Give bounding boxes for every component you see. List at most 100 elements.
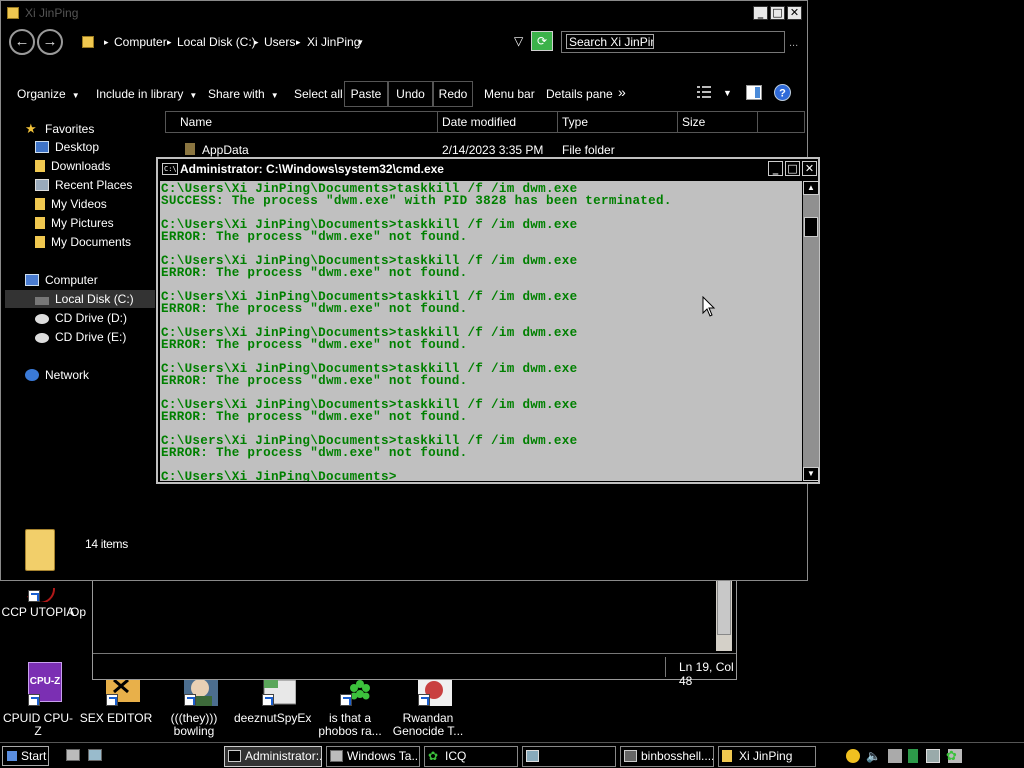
scroll-up-arrow-icon[interactable]: ▲ (803, 181, 819, 195)
desktop-icon-label: deeznutSpyEx (234, 711, 312, 725)
details-pane-button[interactable]: Details pane (546, 87, 613, 101)
notepad-window[interactable]: Ln 19, Col 48 (92, 570, 737, 688)
icq-tray-icon[interactable]: ✿ (946, 749, 960, 763)
console-line: ERROR: The process "dwm.exe" not found. (161, 266, 468, 280)
help-circle-icon: ? (774, 84, 791, 101)
close-button[interactable]: ✕ (802, 161, 817, 176)
column-type[interactable]: Type (558, 112, 678, 132)
chevron-down-icon: ▼ (270, 91, 279, 100)
task-button-explorer[interactable]: Xi JinPing (718, 746, 816, 767)
breadcrumb-separator-icon: ▸ (254, 37, 259, 47)
undo-button[interactable]: Undo (388, 81, 433, 107)
refresh-button[interactable]: ⟳ (531, 31, 553, 51)
computer-icon (25, 274, 39, 286)
breadcrumb-users[interactable]: Users (264, 35, 295, 49)
nav-recent-places[interactable]: Recent Places (35, 178, 132, 192)
desktop-icon-cpuz[interactable]: CPU-Z CPUID CPU-Z (0, 662, 76, 738)
nav-desktop[interactable]: Desktop (35, 140, 99, 154)
network-globe-icon (25, 369, 39, 381)
breadcrumb-local-disk[interactable]: Local Disk (C:) (177, 35, 256, 49)
nav-cd-drive-d[interactable]: CD Drive (D:) (35, 311, 127, 325)
breadcrumb-computer[interactable]: Computer (114, 35, 167, 49)
cd-drive-icon (35, 314, 49, 324)
console-line: ERROR: The process "dwm.exe" not found. (161, 374, 468, 388)
tray-app-icon[interactable] (846, 749, 860, 763)
search-input[interactable] (566, 34, 654, 49)
column-size[interactable]: Size (678, 112, 758, 132)
quicklaunch-app-icon[interactable] (88, 749, 102, 761)
system-tray: 🔈 ✿ (840, 746, 1022, 767)
console-line: ERROR: The process "dwm.exe" not found. (161, 302, 468, 316)
nav-downloads[interactable]: Downloads (35, 159, 110, 173)
address-bar[interactable]: ▸ Computer ▸ Local Disk (C:) ▸ Users ▸ X… (73, 31, 557, 53)
paste-button[interactable]: Paste (344, 81, 388, 107)
search-box[interactable] (561, 31, 785, 53)
maximize-button[interactable]: □ (770, 6, 785, 20)
redo-button[interactable]: Redo (433, 81, 473, 107)
minimize-button[interactable]: _ (753, 6, 768, 20)
battery-icon[interactable] (908, 749, 918, 763)
file-date: 2/14/2023 3:35 PM (442, 143, 544, 157)
nav-local-disk[interactable]: Local Disk (C:) (35, 292, 134, 306)
cmd-vertical-scrollbar[interactable]: ▲ ▼ (803, 181, 819, 481)
breadcrumb-separator-icon: ▸ (104, 37, 109, 47)
cmd-title-bar[interactable]: C:\ Administrator: C:\Windows\system32\c… (158, 159, 818, 179)
nav-network[interactable]: Network (25, 368, 89, 382)
folder-icon (82, 36, 94, 48)
task-button-binbosshell[interactable]: binbosshell.... (620, 746, 714, 767)
desktop-icon-label: CPUID CPU-Z (2, 711, 73, 738)
task-button-icq[interactable]: ✿ ICQ (424, 746, 518, 767)
nav-cd-drive-e[interactable]: CD Drive (E:) (35, 330, 126, 344)
app-icon: CPU-Z (14, 662, 62, 708)
select-all-button[interactable]: Select all (294, 87, 343, 101)
scroll-down-arrow-icon[interactable]: ▼ (803, 467, 819, 481)
notepad-edit-area[interactable] (97, 579, 716, 651)
cmd-window[interactable]: C:\ Administrator: C:\Windows\system32\c… (156, 157, 820, 484)
nav-my-videos[interactable]: My Videos (35, 197, 107, 211)
task-button-untitled[interactable] (522, 746, 616, 767)
search-options-button[interactable]: ... (789, 37, 798, 49)
shortcut-arrow-icon (262, 694, 274, 706)
column-date-modified[interactable]: Date modified (438, 112, 558, 132)
nav-my-documents[interactable]: My Documents (35, 235, 131, 249)
organize-button[interactable]: Organize ▼ (17, 87, 80, 101)
nav-my-pictures[interactable]: My Pictures (35, 216, 114, 230)
task-button-cmd[interactable]: Administrator:... (224, 746, 322, 767)
volume-icon[interactable]: 🔈 (866, 749, 881, 763)
start-button[interactable]: Start (2, 746, 49, 766)
explorer-title-bar[interactable]: Xi JinPing _ □ ✕ (1, 1, 807, 25)
command-bar: Organize ▼ Include in library ▼ Share with… (1, 79, 807, 109)
show-desktop-icon[interactable] (66, 749, 80, 761)
task-button-task-manager[interactable]: Windows Ta... (326, 746, 420, 767)
menu-bar-button[interactable]: Menu bar (484, 87, 535, 101)
close-button[interactable]: ✕ (787, 6, 802, 20)
nav-computer[interactable]: Computer (25, 273, 98, 287)
minimize-button[interactable]: _ (768, 161, 783, 176)
nav-favorites[interactable]: ★ Favorites (25, 121, 94, 137)
forward-button[interactable]: → (37, 29, 63, 55)
preview-pane-icon[interactable] (746, 85, 762, 103)
view-options-icon[interactable] (697, 85, 711, 102)
breadcrumb-user-folder[interactable]: Xi JinPing (307, 35, 360, 49)
file-type: File folder (562, 143, 615, 157)
folder-icon (35, 198, 45, 210)
scroll-thumb[interactable] (804, 217, 818, 237)
share-with-button[interactable]: Share with ▼ (208, 87, 279, 101)
view-menu-chevron-icon[interactable]: ▼ (723, 88, 732, 98)
navigation-pane: ★ Favorites Desktop Downloads Recent Plac… (5, 117, 155, 457)
window-title: Xi JinPing (25, 6, 79, 20)
include-in-library-button[interactable]: Include in library ▼ (96, 87, 197, 101)
chevron-down-icon: ▼ (71, 91, 80, 100)
scroll-thumb[interactable] (717, 579, 731, 635)
help-icon[interactable]: ? (774, 84, 791, 104)
notepad-vertical-scrollbar[interactable] (716, 579, 732, 651)
network-status-icon[interactable] (888, 749, 902, 763)
monitor-icon[interactable] (926, 749, 940, 763)
column-name[interactable]: Name (166, 112, 438, 132)
breadcrumb-separator-icon: ▸ (296, 37, 301, 47)
console-output[interactable]: C:\Users\Xi JinPing\Documents>taskkill /… (160, 181, 802, 481)
more-commands-button[interactable]: » (618, 84, 626, 100)
back-button[interactable]: ← (9, 29, 35, 55)
address-history-chevron-icon[interactable]: ▽ (514, 34, 523, 48)
maximize-button[interactable]: □ (785, 161, 800, 176)
